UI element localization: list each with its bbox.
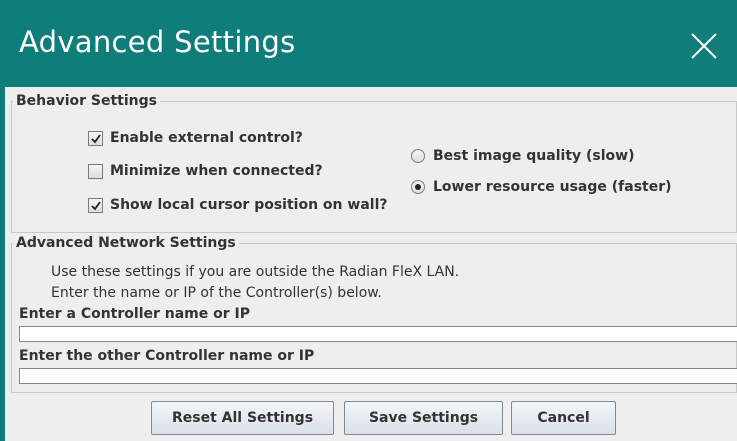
controller-2-label: Enter the other Controller name or IP (19, 348, 315, 364)
reset-all-settings-button[interactable]: Reset All Settings (151, 401, 334, 435)
title-bar: Advanced Settings (5, 0, 737, 87)
save-settings-button[interactable]: Save Settings (344, 401, 503, 435)
controller-1-label: Enter a Controller name or IP (19, 306, 250, 322)
dialog-title: Advanced Settings (19, 25, 296, 59)
network-info-line-2: Enter the name or IP of the Controller(s… (51, 285, 382, 301)
dialog-content: Behavior Settings Enable external contro… (5, 87, 737, 441)
checkbox-box[interactable] (88, 163, 103, 179)
radio-circle[interactable] (411, 149, 425, 163)
lower-resource-usage-radio[interactable]: Lower resource usage (faster) (411, 179, 672, 195)
radio-label: Best image quality (slow) (433, 148, 635, 164)
show-local-cursor-checkbox[interactable]: Show local cursor position on wall? (88, 197, 388, 213)
network-info-line-1: Use these settings if you are outside th… (51, 264, 460, 280)
checkmark-icon (91, 133, 101, 143)
checkbox-box[interactable] (88, 197, 103, 213)
behavior-settings-legend: Behavior Settings (16, 93, 157, 109)
controller-2-input[interactable] (19, 368, 737, 384)
best-image-quality-radio[interactable]: Best image quality (slow) (411, 148, 635, 164)
checkbox-label: Enable external control? (110, 130, 303, 146)
advanced-network-settings-legend: Advanced Network Settings (16, 235, 236, 251)
checkmark-icon (91, 200, 101, 210)
controller-1-input[interactable] (19, 326, 737, 342)
checkbox-label: Show local cursor position on wall? (110, 197, 388, 213)
radio-circle[interactable] (411, 180, 425, 194)
minimize-when-connected-checkbox[interactable]: Minimize when connected? (88, 163, 323, 179)
checkbox-label: Minimize when connected? (110, 163, 323, 179)
checkbox-box[interactable] (88, 130, 103, 146)
cancel-button[interactable]: Cancel (511, 401, 616, 435)
close-icon[interactable] (689, 31, 719, 61)
radio-label: Lower resource usage (faster) (433, 179, 672, 195)
enable-external-control-checkbox[interactable]: Enable external control? (88, 130, 303, 146)
radio-selected-dot (415, 184, 421, 190)
advanced-settings-dialog: Advanced Settings Behavior Settings Enab… (0, 0, 737, 441)
